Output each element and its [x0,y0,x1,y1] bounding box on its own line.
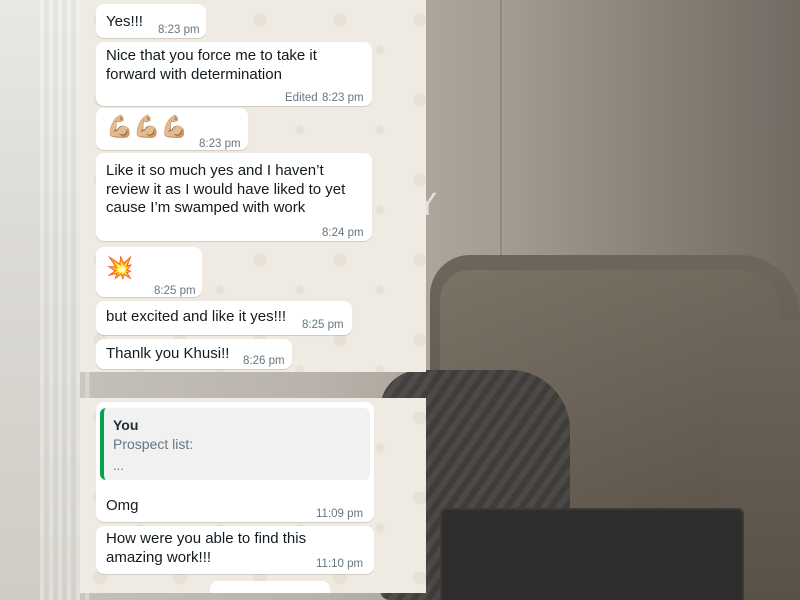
message-time: 11:10 pm [316,558,364,570]
message-time: 8:23 pm [158,24,200,36]
message-text: Omg [106,497,139,514]
collision-emoji: 💥 [106,256,134,281]
quote-ellipsis: ... [113,458,124,473]
quote-author: You [113,417,139,433]
laptop [440,508,744,600]
message-bubble[interactable]: How were you able to find this amazing w… [96,526,374,574]
message-time: 11:09 pm [316,508,364,520]
message-text: Nice that you force me to take it forwar… [106,47,317,83]
message-text: Thanlk you Khusi!! [106,345,230,362]
message-bubble[interactable]: Thanlk you Khusi!! 8:26 pm [96,339,292,369]
message-bubble[interactable]: Like it so much yes and I haven’t review… [96,153,372,241]
next-message-bubble-partial [210,581,330,593]
message-time: 8:23 pm [199,138,241,150]
message-bubble[interactable]: You Prospect list: ... Omg 11:09 pm [96,402,374,522]
message-text: Yes!!! [106,13,143,30]
message-time: 8:23 pm [322,92,364,104]
message-bubble[interactable]: Nice that you force me to take it forwar… [96,42,372,106]
message-edited-label: Edited [285,92,318,104]
message-text: How were you able to find this amazing w… [106,530,307,566]
chat-screenshot-bottom: You Prospect list: ... Omg 11:09 pm How … [80,398,426,593]
flexed-biceps-emoji: 💪🏼💪🏼💪🏼 [106,115,189,140]
message-bubble[interactable]: but excited and like it yes!!! 8:25 pm [96,301,352,335]
message-bubble[interactable]: 💥 8:25 pm [96,247,202,297]
quote-text: Prospect list: [113,436,194,452]
chat-screenshot-top: Yes!!! 8:23 pm Nice that you force me to… [80,0,426,372]
message-text: but excited and like it yes!!! [106,308,287,325]
message-time: 8:25 pm [302,319,344,331]
message-bubble[interactable]: 💪🏼💪🏼💪🏼 8:23 pm [96,108,248,150]
message-bubble[interactable]: Yes!!! 8:23 pm [96,4,206,38]
message-time: 8:24 pm [322,227,364,239]
message-text: Like it so much yes and I haven’t review… [106,162,346,216]
wall-corner [500,0,502,260]
message-time: 8:26 pm [243,355,285,367]
message-time: 8:25 pm [154,285,196,297]
reply-quote[interactable]: You Prospect list: ... [100,408,370,480]
